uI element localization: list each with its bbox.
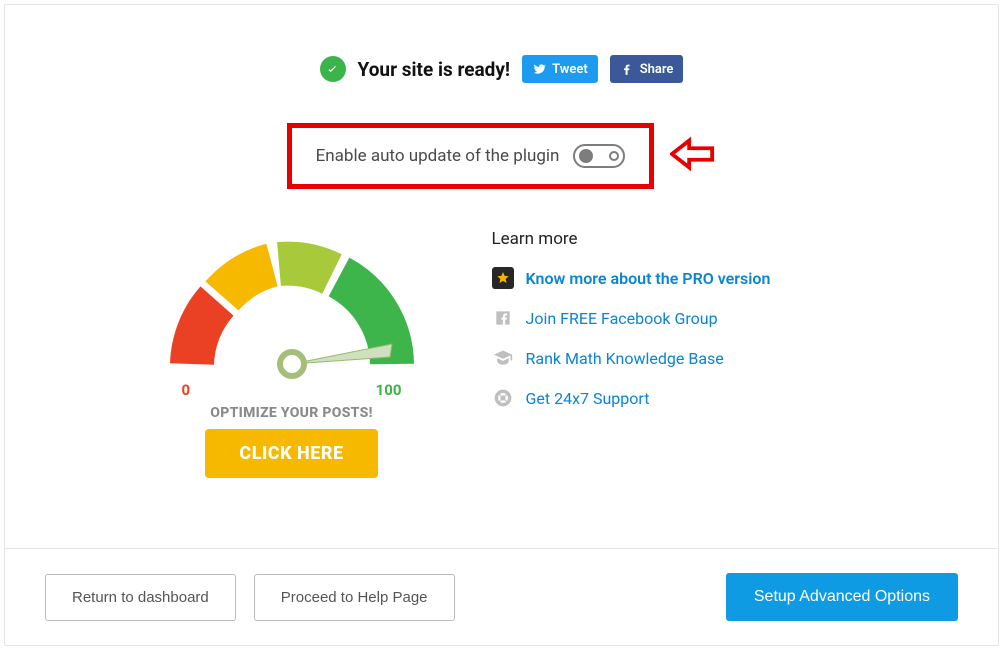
facebook-f-icon bbox=[492, 307, 514, 329]
pro-version-link[interactable]: Know more about the PRO version bbox=[526, 269, 771, 288]
wizard-card: Your site is ready! Tweet Share Enable a… bbox=[4, 4, 999, 646]
optimize-widget: 0 100 OPTIMIZE YOUR POSTS! CLICK HERE bbox=[152, 229, 432, 478]
star-icon bbox=[492, 267, 514, 289]
share-label: Share bbox=[640, 62, 674, 77]
gauge-max: 100 bbox=[376, 381, 402, 399]
twitter-icon bbox=[532, 62, 546, 76]
auto-update-highlight: Enable auto update of the plugin bbox=[287, 123, 655, 189]
tweet-label: Tweet bbox=[552, 62, 588, 77]
knowledge-base-link[interactable]: Rank Math Knowledge Base bbox=[526, 349, 724, 368]
help-page-button[interactable]: Proceed to Help Page bbox=[254, 574, 455, 621]
graduation-cap-icon bbox=[492, 347, 514, 369]
wizard-footer: Return to dashboard Proceed to Help Page… bbox=[5, 548, 998, 645]
advanced-options-button[interactable]: Setup Advanced Options bbox=[726, 573, 958, 621]
auto-update-toggle[interactable] bbox=[573, 144, 625, 168]
facebook-icon bbox=[620, 62, 634, 76]
pointer-arrow-icon bbox=[670, 136, 716, 176]
status-text: Your site is ready! bbox=[358, 58, 511, 81]
return-dashboard-button[interactable]: Return to dashboard bbox=[45, 574, 236, 621]
check-circle-icon bbox=[320, 56, 346, 82]
status-header: Your site is ready! Tweet Share bbox=[45, 55, 958, 83]
optimize-caption: OPTIMIZE YOUR POSTS! bbox=[210, 405, 373, 421]
list-item: Know more about the PRO version bbox=[492, 267, 852, 289]
learn-more-section: Learn more Know more about the PRO versi… bbox=[492, 229, 852, 478]
share-button[interactable]: Share bbox=[610, 55, 684, 83]
support-link[interactable]: Get 24x7 Support bbox=[526, 389, 650, 408]
optimize-cta-button[interactable]: CLICK HERE bbox=[205, 429, 377, 478]
gauge-min: 0 bbox=[182, 381, 191, 399]
learn-more-title: Learn more bbox=[492, 229, 852, 249]
score-gauge bbox=[162, 229, 422, 379]
list-item: Get 24x7 Support bbox=[492, 387, 852, 409]
list-item: Join FREE Facebook Group bbox=[492, 307, 852, 329]
facebook-group-link[interactable]: Join FREE Facebook Group bbox=[526, 309, 718, 328]
tweet-button[interactable]: Tweet bbox=[522, 55, 598, 83]
life-ring-icon bbox=[492, 387, 514, 409]
auto-update-label: Enable auto update of the plugin bbox=[316, 146, 560, 166]
list-item: Rank Math Knowledge Base bbox=[492, 347, 852, 369]
